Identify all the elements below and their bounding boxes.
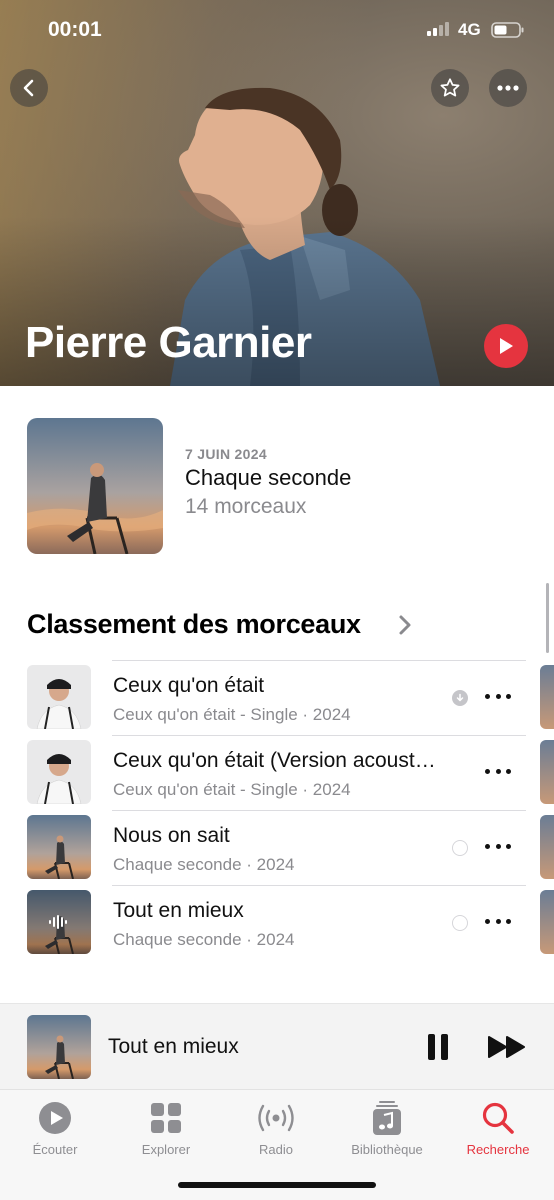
next-column-artwork[interactable] (540, 890, 554, 954)
row-divider (112, 735, 526, 736)
back-button[interactable] (10, 69, 48, 107)
album-cover (27, 418, 163, 554)
tab-radio[interactable]: Radio (226, 1098, 326, 1168)
tab-explore[interactable]: Explorer (116, 1098, 216, 1168)
play-artist-button[interactable] (484, 324, 528, 368)
favorite-button[interactable] (431, 69, 469, 107)
downloaded-icon (452, 690, 468, 706)
network-label: 4G (458, 20, 481, 39)
music-library-icon (373, 1101, 401, 1135)
song-title: Ceux qu'on était (Version acoust… (113, 749, 436, 772)
album-cover (27, 815, 91, 879)
row-divider (112, 810, 526, 811)
release-date: 7 JUIN 2024 (185, 446, 267, 462)
chevron-right-icon[interactable] (398, 614, 412, 636)
song-subtitle: Ceux qu'on était - Single · 2024 (113, 780, 351, 799)
album-cover (27, 890, 91, 954)
song-more-button[interactable] (485, 836, 511, 856)
next-column-artwork[interactable] (540, 815, 554, 879)
pause-icon[interactable] (426, 1033, 450, 1061)
scroll-indicator[interactable] (546, 583, 549, 653)
tab-library[interactable]: Bibliothèque (337, 1098, 437, 1168)
mini-player[interactable]: Tout en mieux (0, 1003, 554, 1089)
play-icon (500, 338, 513, 354)
song-row[interactable]: Ceux qu'on était (Version acoust… Ceux q… (0, 735, 554, 810)
home-indicator[interactable] (178, 1182, 376, 1188)
star-icon (440, 78, 460, 97)
tab-listen[interactable]: Écouter (5, 1098, 105, 1168)
tab-label: Recherche (466, 1142, 530, 1157)
artist-hero: 00:01 4G Pierre Garnier (0, 0, 554, 386)
play-circle-icon (39, 1102, 71, 1134)
song-title: Ceux qu'on était (113, 674, 265, 697)
album-cover (27, 1015, 91, 1079)
row-divider (112, 885, 526, 886)
song-title: Tout en mieux (113, 899, 244, 922)
next-column-artwork[interactable] (540, 665, 554, 729)
download-status-icon (452, 915, 468, 931)
ellipsis-icon (497, 85, 519, 91)
grid-icon (151, 1103, 181, 1133)
release-track-count: 14 morceaux (185, 495, 307, 518)
tab-label: Explorer (141, 1142, 191, 1157)
song-more-button[interactable] (485, 911, 511, 931)
song-more-button[interactable] (485, 761, 511, 781)
artist-name: Pierre Garnier (25, 318, 312, 367)
tab-search[interactable]: Recherche (448, 1098, 548, 1168)
song-artwork (27, 815, 91, 879)
signal-icon (427, 22, 449, 36)
next-column-artwork[interactable] (540, 740, 554, 804)
tab-label: Écouter (32, 1142, 78, 1157)
radio-waves-icon (258, 1104, 294, 1132)
song-artwork (27, 740, 91, 804)
song-title: Nous on sait (113, 824, 230, 847)
song-artwork (27, 890, 91, 954)
status-time: 00:01 (48, 18, 102, 41)
forward-icon[interactable] (487, 1035, 527, 1059)
single-cover (27, 665, 91, 729)
now-playing-title: Tout en mieux (108, 1035, 239, 1058)
more-options-button[interactable] (489, 69, 527, 107)
tab-label: Bibliothèque (351, 1142, 423, 1157)
song-subtitle: Chaque seconde · 2024 (113, 855, 295, 874)
song-subtitle: Ceux qu'on était - Single · 2024 (113, 705, 351, 724)
song-row[interactable]: Tout en mieux Chaque seconde · 2024 (0, 885, 554, 960)
status-bar: 00:01 4G (0, 16, 554, 46)
row-divider (112, 660, 526, 661)
tab-label: Radio (259, 1142, 293, 1157)
now-playing-artwork[interactable] (27, 1015, 91, 1079)
release-artwork[interactable] (27, 418, 163, 554)
song-subtitle: Chaque seconde · 2024 (113, 930, 295, 949)
top-songs-heading[interactable]: Classement des morceaux (27, 609, 361, 640)
song-row[interactable]: Ceux qu'on était Ceux qu'on était - Sing… (0, 660, 554, 735)
chevron-left-icon (23, 79, 34, 97)
single-cover (27, 740, 91, 804)
song-row[interactable]: Nous on sait Chaque seconde · 2024 (0, 810, 554, 885)
song-artwork (27, 665, 91, 729)
download-status-icon (452, 840, 468, 856)
release-title: Chaque seconde (185, 465, 352, 490)
battery-icon (491, 22, 524, 38)
search-icon (482, 1102, 514, 1134)
song-more-button[interactable] (485, 686, 511, 706)
